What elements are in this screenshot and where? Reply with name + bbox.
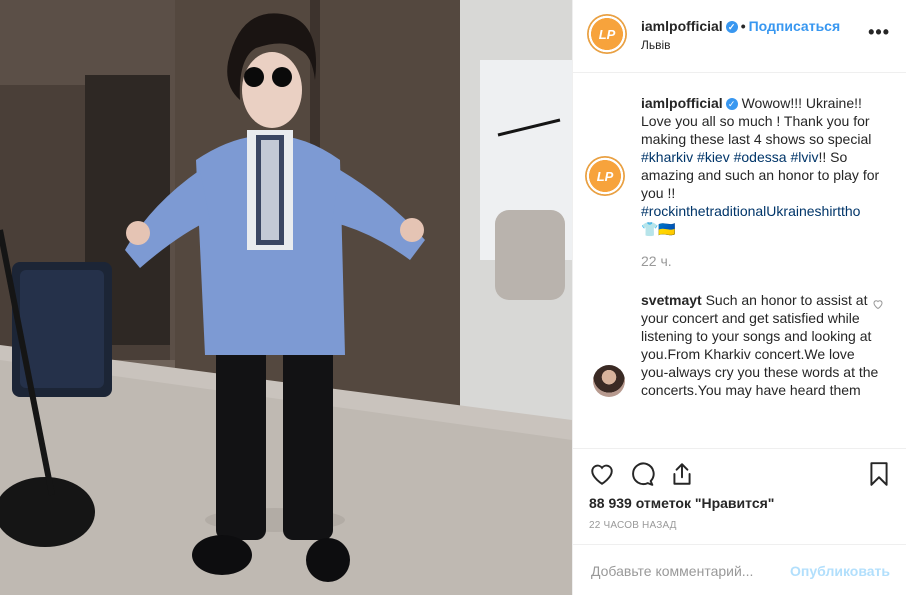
share-icon[interactable] [669,461,695,487]
post-header: LP iamlpofficial ✓ • Подписаться Львів ••• [573,0,906,73]
add-comment-input[interactable] [589,562,773,580]
header-separator: • [740,18,746,34]
caption-avatar[interactable]: LP [585,156,625,196]
small-heart-icon[interactable] [872,298,884,310]
add-comment-bar: Опубликовать [573,544,906,596]
caption-time[interactable]: 22 ч. [641,253,672,269]
heart-icon[interactable] [589,461,615,487]
hashtag-rockinthetraditional[interactable]: #rockinthetraditionalUkraineshirttho [641,203,860,219]
comment-username[interactable]: svetmayt [641,292,702,308]
post-actions: 88 939 отметок "Нравится" 22 ЧАСОВ НАЗАД [573,448,906,545]
header-line: iamlpofficial ✓ • Подписаться [641,18,840,34]
hashtag-lviv[interactable]: #lviv [790,149,818,165]
comments-section[interactable]: LP iamlpofficial ✓ Wowow!!! Ukraine!! Lov… [573,72,906,448]
verified-badge-icon: ✓ [725,98,738,110]
hashtag-kharkiv[interactable]: #kharkiv [641,149,693,165]
more-options-icon[interactable]: ••• [868,22,890,43]
likes-count[interactable]: 88 939 отметок "Нравится" [589,495,774,511]
post-panel: LP iamlpofficial ✓ • Подписаться Львів ••• … [572,0,906,595]
bookmark-icon[interactable] [866,461,892,487]
follow-button[interactable]: Подписаться [749,18,841,34]
post-photo[interactable] [0,0,572,595]
caption-emoji: 👕🇺🇦 [641,221,676,237]
post-timestamp[interactable]: 22 ЧАСОВ НАЗАД [589,520,677,531]
verified-badge-icon: ✓ [725,21,738,33]
commenter-avatar[interactable] [593,365,625,397]
publish-button[interactable]: Опубликовать [790,563,890,579]
location-link[interactable]: Львів [641,38,671,52]
hashtag-kiev[interactable]: #kiev [697,149,730,165]
hashtag-odessa[interactable]: #odessa [734,149,787,165]
comment-item: svetmayt Such an honor to assist at your… [641,291,884,399]
header-username[interactable]: iamlpofficial [641,18,723,34]
profile-avatar[interactable]: LP [587,14,627,54]
comment-icon[interactable] [629,461,655,487]
caption: iamlpofficial ✓ Wowow!!! Ukraine!! Love y… [641,94,884,238]
caption-username[interactable]: iamlpofficial [641,95,723,111]
